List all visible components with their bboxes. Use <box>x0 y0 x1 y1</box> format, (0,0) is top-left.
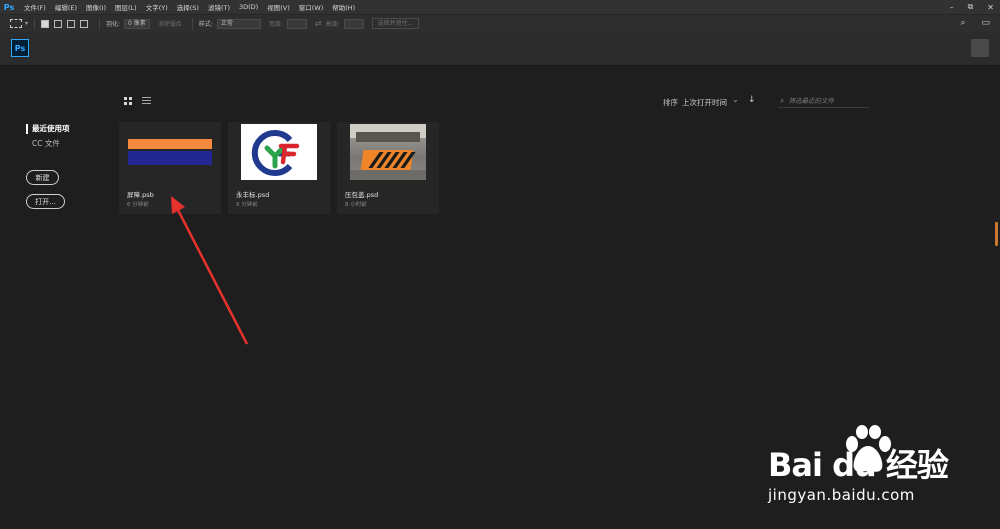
search-icon: ⌕ <box>780 95 785 105</box>
file-thumbnail <box>337 122 439 182</box>
menu-bar: Ps 文件(F) 编辑(E) 图像(I) 图层(L) 文字(Y) 选择(S) 滤… <box>0 0 1000 14</box>
menu-layer[interactable]: 图层(L) <box>115 2 137 12</box>
recent-file-card[interactable]: 永丰标.psd 9 分钟前 <box>228 122 330 214</box>
menu-filter[interactable]: 滤镜(T) <box>208 2 230 12</box>
height-label: 高度: <box>325 21 340 28</box>
sort-direction-icon[interactable]: ↓ <box>748 95 756 105</box>
close-icon[interactable]: ✕ <box>987 3 994 12</box>
search-box: ⌕ <box>778 94 869 108</box>
file-name: 压包盖.psd <box>345 191 379 199</box>
photoshop-app-icon[interactable]: Ps <box>2 1 16 14</box>
sort-select[interactable]: 上次打开时间 <box>682 97 727 108</box>
divider <box>191 17 193 30</box>
sidebar-item-cc-files[interactable]: CC 文件 <box>32 138 60 149</box>
height-input[interactable] <box>343 18 364 29</box>
menu-edit[interactable]: 编辑(E) <box>55 2 77 12</box>
start-header: Ps <box>0 32 1000 66</box>
watermark-brand: Bai du 经验 <box>768 446 949 484</box>
file-thumbnail <box>228 122 330 182</box>
new-button[interactable]: 新建 <box>26 170 59 185</box>
style-select[interactable]: 正常 <box>216 18 261 29</box>
subtract-selection-icon[interactable] <box>67 19 76 28</box>
sort-label: 排序 <box>663 98 678 107</box>
scrollbar-handle[interactable] <box>995 222 998 246</box>
sidebar-item-recent[interactable]: 最近使用项 <box>26 124 70 134</box>
grid-view-icon[interactable] <box>124 97 132 105</box>
file-time: 6 分钟前 <box>127 202 149 208</box>
menu-select[interactable]: 选择(S) <box>177 2 199 12</box>
search-input[interactable] <box>788 96 867 105</box>
restore-icon[interactable]: ⧉ <box>968 2 974 12</box>
feather-input[interactable]: 0 像素 <box>124 18 150 29</box>
feather-label: 羽化: <box>106 21 121 28</box>
options-bar: ▾ 羽化: 0 像素 消除锯齿 样式: 正常 宽度: ⇄ 高度: 选择并遮住..… <box>0 14 1000 32</box>
new-selection-icon[interactable] <box>41 19 50 28</box>
recent-file-card[interactable]: 屏障.psb 6 分钟前 <box>119 122 221 214</box>
chevron-down-icon[interactable]: ⌄ <box>732 95 739 104</box>
photo-thumbnail <box>350 124 426 180</box>
photoshop-logo: Ps <box>11 39 29 57</box>
baidu-watermark: Bai du 经验 jingyan.baidu.com <box>768 425 988 516</box>
list-view-icon[interactable] <box>142 97 151 105</box>
swap-icon[interactable]: ⇄ <box>315 19 322 28</box>
window-controls: – ⧉ ✕ <box>950 0 994 14</box>
antialias-checkbox[interactable]: 消除锯齿 <box>158 19 182 28</box>
menu-help[interactable]: 帮助(H) <box>332 2 355 12</box>
chevron-down-icon[interactable]: ▾ <box>25 20 28 27</box>
file-time: 9 分钟前 <box>236 202 258 208</box>
intersect-selection-icon[interactable] <box>80 19 89 28</box>
menu-window[interactable]: 窗口(W) <box>299 2 324 12</box>
divider <box>99 17 101 30</box>
open-button[interactable]: 打开... <box>26 194 65 209</box>
file-time: 8 小时前 <box>345 202 367 208</box>
menu-3d[interactable]: 3D(D) <box>239 3 258 11</box>
workspace-icon[interactable]: ▭ <box>981 18 990 28</box>
menu-type[interactable]: 文字(Y) <box>146 2 168 12</box>
file-name: 屏障.psb <box>127 191 154 199</box>
divider <box>34 17 36 30</box>
add-selection-icon[interactable] <box>54 19 63 28</box>
minimize-icon[interactable]: – <box>950 3 954 12</box>
barrier-thumbnail <box>128 139 212 165</box>
cyf-logo-image <box>251 130 300 176</box>
width-label: 宽度: <box>268 21 283 28</box>
recent-file-card[interactable]: 压包盖.psd 8 小时前 <box>337 122 439 214</box>
account-button[interactable] <box>971 39 989 57</box>
options-right-icons: ⌕ ▭ <box>960 18 990 28</box>
marquee-tool-icon[interactable] <box>10 19 22 28</box>
file-thumbnail <box>119 122 221 182</box>
select-and-mask-button[interactable]: 选择并遮住... <box>371 18 420 29</box>
watermark-url: jingyan.baidu.com <box>768 486 915 504</box>
width-input[interactable] <box>286 18 307 29</box>
search-icon[interactable]: ⌕ <box>960 18 965 28</box>
menu-file[interactable]: 文件(F) <box>24 2 46 12</box>
menu-image[interactable]: 图像(I) <box>86 2 106 12</box>
file-name: 永丰标.psd <box>236 191 270 199</box>
logo-thumbnail <box>241 124 317 180</box>
menu-view[interactable]: 视图(V) <box>267 2 290 12</box>
style-label: 样式: <box>198 21 213 28</box>
